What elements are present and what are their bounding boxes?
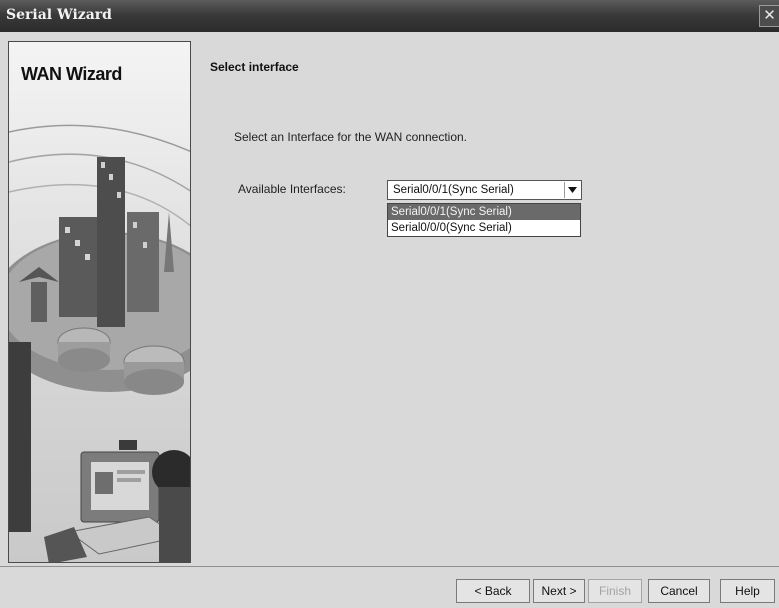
dialog-body: WAN Wizard Select interface Select an In…	[0, 32, 779, 566]
window-titlebar[interactable]: Serial Wizard ✕	[0, 0, 779, 32]
wizard-side-title: WAN Wizard	[21, 64, 122, 84]
next-button[interactable]: Next >	[533, 579, 585, 603]
help-button[interactable]: Help	[720, 579, 775, 603]
interface-select[interactable]: Serial0/0/1(Sync Serial)	[387, 180, 582, 200]
dropdown-option[interactable]: Serial0/0/0(Sync Serial)	[388, 220, 580, 236]
close-icon[interactable]: ✕	[759, 5, 779, 27]
dropdown-option[interactable]: Serial0/0/1(Sync Serial)	[388, 204, 580, 220]
interface-select-value: Serial0/0/1(Sync Serial)	[393, 184, 514, 196]
available-interfaces-label: Available Interfaces:	[238, 182, 346, 196]
interface-dropdown-list: Serial0/0/1(Sync Serial) Serial0/0/0(Syn…	[387, 203, 581, 237]
finish-button[interactable]: Finish	[588, 579, 642, 603]
wizard-side-panel: WAN Wizard	[8, 41, 191, 563]
wizard-footer: < Back Next > Finish Cancel Help	[0, 566, 779, 608]
wizard-illustration	[9, 124, 190, 562]
chevron-down-icon[interactable]	[564, 182, 580, 198]
instruction-text: Select an Interface for the WAN connecti…	[234, 130, 468, 144]
window-title: Serial Wizard	[6, 7, 112, 23]
back-button[interactable]: < Back	[456, 579, 530, 603]
cancel-button[interactable]: Cancel	[648, 579, 710, 603]
page-title: Select interface	[210, 60, 299, 74]
